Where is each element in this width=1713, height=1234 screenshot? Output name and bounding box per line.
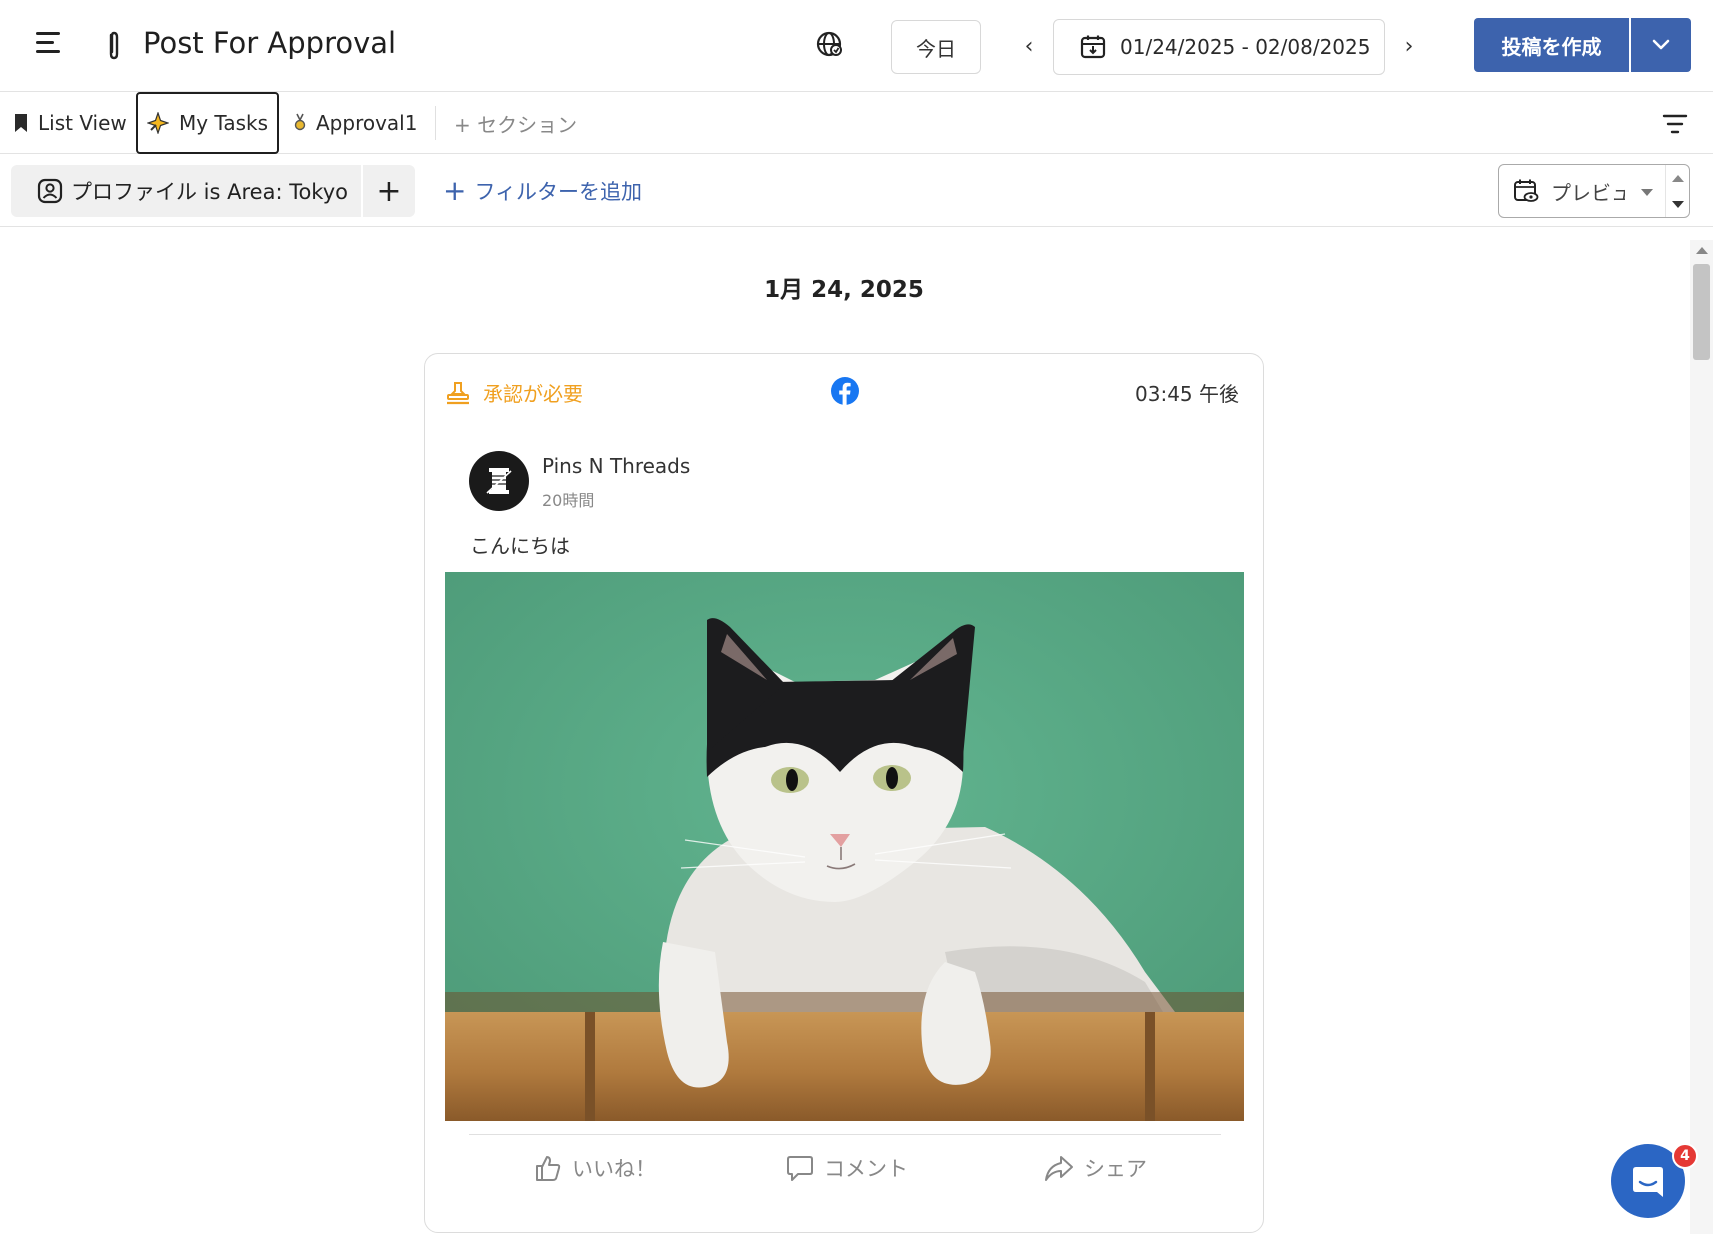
- like-button[interactable]: いいね！: [534, 1150, 656, 1186]
- chat-unread-badge: 4: [1672, 1143, 1698, 1169]
- avatar: [469, 451, 529, 511]
- scroll-thumb[interactable]: [1693, 264, 1710, 360]
- page-title: Post For Approval: [143, 26, 397, 60]
- filter-chip-label: プロファイル is Area: Tokyo: [71, 180, 348, 204]
- globe-icon[interactable]: [815, 30, 843, 58]
- date-range-picker[interactable]: 01/24/2025 - 02/08/2025: [1053, 19, 1385, 75]
- medal-icon: [294, 113, 306, 133]
- comment-button[interactable]: コメント: [786, 1150, 908, 1186]
- facebook-icon: [831, 377, 859, 405]
- actions-divider: [469, 1134, 1221, 1135]
- filter-icon[interactable]: [1662, 113, 1688, 135]
- tab-approval1[interactable]: Approval1: [294, 92, 417, 154]
- scroll-up-arrow[interactable]: [1696, 247, 1708, 254]
- caret-down-icon: [1641, 189, 1653, 196]
- profile-filter-chip[interactable]: プロファイル is Area: Tokyo: [11, 165, 361, 217]
- thread-spool-icon: [486, 468, 512, 494]
- create-post-dropdown[interactable]: [1631, 18, 1691, 72]
- feed-scrollbar[interactable]: [1690, 240, 1713, 1234]
- share-label: シェア: [1084, 1157, 1147, 1181]
- view-tabs: List View My Tasks Approval1 + セクション: [0, 92, 1713, 154]
- preview-select[interactable]: プレビュー: [1498, 164, 1690, 218]
- post-card[interactable]: 承認が必要 03:45 午後 Pins N Threads 20時間 こんにちは: [424, 353, 1264, 1233]
- chat-icon: [1633, 1167, 1663, 1197]
- add-filter-button[interactable]: + フィルターを追加: [443, 176, 642, 206]
- chevron-down-icon: [1652, 39, 1670, 50]
- sparkle-icon: [146, 112, 169, 134]
- post-author: Pins N Threads: [542, 454, 691, 478]
- tab-list-view[interactable]: List View: [14, 92, 127, 154]
- post-scheduled-time: 03:45 午後: [1135, 382, 1239, 406]
- preview-select-value: プレビュー: [1551, 180, 1625, 205]
- comment-label: コメント: [824, 1157, 908, 1181]
- add-section-button[interactable]: + セクション: [454, 92, 577, 154]
- tab-label: My Tasks: [178, 111, 269, 135]
- feed-date-heading: 1月 24, 2025: [764, 277, 924, 303]
- today-button[interactable]: 今日: [891, 20, 981, 74]
- plus-icon: +: [443, 174, 467, 207]
- tab-divider: [435, 106, 436, 140]
- post-image: [445, 572, 1244, 1121]
- add-chip-value-button[interactable]: +: [363, 165, 415, 217]
- status-label: 承認が必要: [483, 382, 583, 406]
- paperclip-icon: [109, 31, 119, 60]
- post-age: 20時間: [542, 491, 595, 510]
- menu-icon[interactable]: [36, 32, 62, 54]
- cat-photo: [445, 572, 1244, 1121]
- tab-label: Approval1: [316, 111, 418, 135]
- calendar-icon: [1080, 35, 1106, 59]
- approval-status[interactable]: 承認が必要: [445, 378, 583, 407]
- share-icon: [1045, 1156, 1073, 1181]
- next-range-button[interactable]: ›: [1397, 32, 1421, 60]
- spinner-control[interactable]: [1665, 165, 1689, 217]
- comment-icon: [787, 1156, 813, 1181]
- post-text: こんにちは: [470, 534, 570, 558]
- previous-range-button[interactable]: ‹: [1017, 32, 1041, 60]
- tab-label: List View: [38, 111, 127, 135]
- profile-icon: [37, 178, 63, 204]
- calendar-preview-icon: [1514, 179, 1539, 202]
- tab-my-tasks[interactable]: My Tasks: [136, 92, 279, 154]
- create-post-button[interactable]: 投稿を作成: [1474, 18, 1629, 72]
- like-label: いいね！: [572, 1157, 656, 1181]
- date-range-text: 01/24/2025 - 02/08/2025: [1120, 35, 1371, 59]
- stamp-icon: [447, 381, 469, 404]
- thumbs-up-icon: [536, 1156, 561, 1181]
- add-filter-label: フィルターを追加: [474, 180, 643, 204]
- filter-bar: プロファイル is Area: Tokyo + + フィルターを追加 プレビュー: [0, 154, 1713, 227]
- bookmark-icon: [14, 113, 28, 133]
- top-header: Post For Approval 今日 ‹ 01/24/2025 - 02/0…: [0, 0, 1713, 92]
- share-button[interactable]: シェア: [1044, 1150, 1147, 1186]
